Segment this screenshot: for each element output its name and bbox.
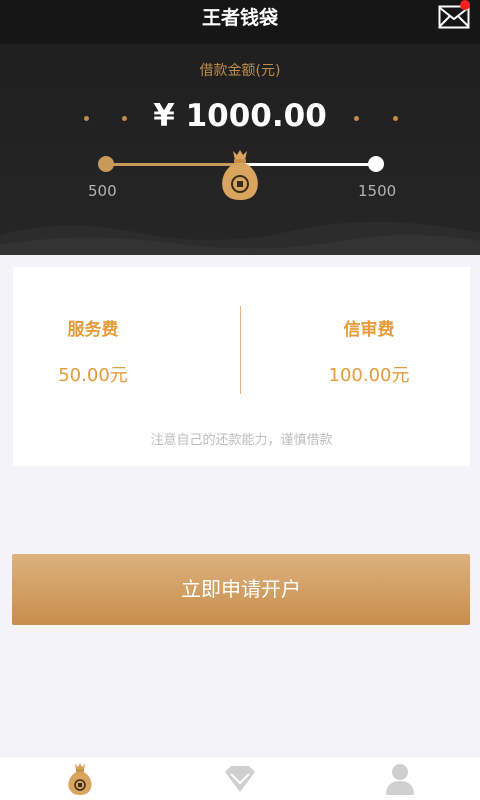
diamond-icon: [223, 764, 257, 794]
amount-label: 借款金额(元): [199, 63, 281, 79]
decor-dot: [122, 116, 127, 121]
apply-open-account-button[interactable]: 立即申请开户: [12, 554, 470, 625]
service-fee-value: 50.00元: [58, 365, 128, 386]
header-wave-decor: [0, 215, 480, 255]
user-icon: [385, 763, 415, 795]
money-bag-icon: [66, 762, 94, 796]
slider-end-knob: [368, 156, 384, 172]
tab-home[interactable]: [0, 757, 160, 800]
decor-dot: [84, 116, 89, 121]
notification-dot: [460, 0, 470, 10]
amount-value: ¥ 1000.00: [153, 98, 327, 134]
loan-header: 王者钱袋 借款金额(元) ¥ 1000.00 500 1500: [0, 0, 480, 255]
slider-max-label: 1500: [358, 182, 397, 200]
decor-dot: [393, 116, 398, 121]
amount-slider[interactable]: [0, 140, 480, 210]
tab-profile[interactable]: [320, 757, 480, 800]
review-fee-title: 信审费: [343, 320, 395, 340]
fee-divider: [240, 306, 241, 394]
slider-min-label: 500: [88, 182, 117, 200]
fee-card: 服务费 50.00元 信审费 100.00元 注意自己的还款能力，谨慎借款: [13, 267, 470, 466]
review-fee-value: 100.00元: [328, 365, 410, 386]
slider-start-knob: [98, 156, 114, 172]
decor-dot: [354, 116, 359, 121]
service-fee-title: 服务费: [67, 320, 119, 340]
borrow-caution-note: 注意自己的还款能力，谨慎借款: [150, 433, 333, 448]
top-bar: 王者钱袋: [0, 0, 480, 44]
bottom-tab-bar: [0, 756, 480, 800]
app-title: 王者钱袋: [201, 7, 278, 29]
tab-vip[interactable]: [160, 757, 320, 800]
money-bag-slider-handle-icon[interactable]: [218, 148, 262, 202]
